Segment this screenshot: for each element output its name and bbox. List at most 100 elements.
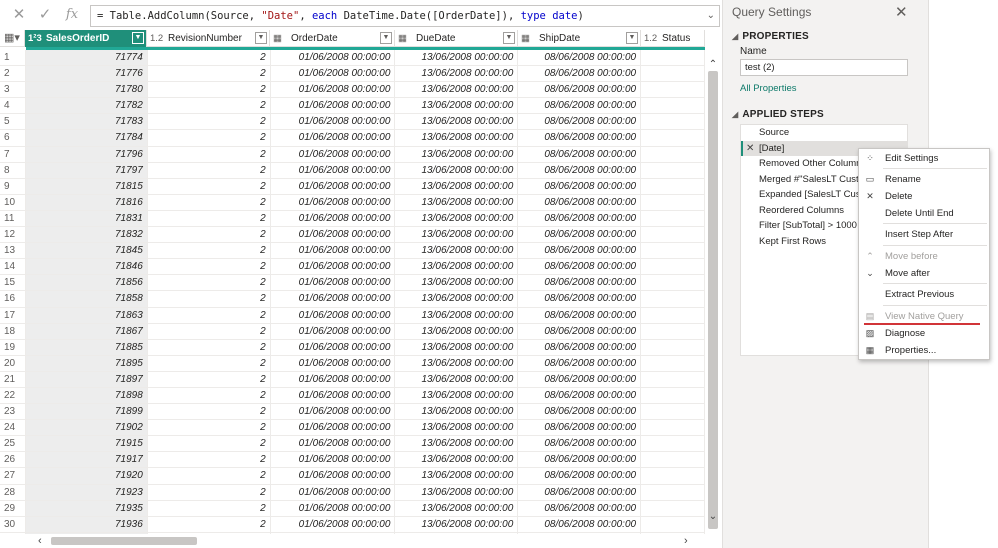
column-header-salesorderid[interactable]: 1²3 SalesOrderID ▼ [25,30,147,47]
table-cell[interactable]: 71863 [25,307,148,323]
table-cell[interactable]: 2 [148,146,271,162]
table-cell[interactable] [641,500,705,516]
table-cell[interactable] [641,339,705,355]
close-icon[interactable]: ✕ [895,3,908,21]
menu-item-delete[interactable]: ✕ Delete [859,188,989,205]
table-cell[interactable]: 2 [148,420,271,436]
table-cell[interactable]: 01/06/2008 00:00:00 [271,468,396,484]
chevron-down-icon[interactable]: ⌄ [707,6,715,26]
menu-item-delete-until-end[interactable]: Delete Until End [859,205,989,222]
table-cell[interactable]: 71815 [25,178,148,194]
table-cell[interactable]: 2 [148,371,271,387]
table-cell[interactable]: 13/06/2008 00:00:00 [395,387,519,404]
table-cell[interactable]: 08/06/2008 00:00:00 [518,98,642,114]
table-cell[interactable]: 71784 [25,130,148,146]
table-cell[interactable]: 01/06/2008 00:00:00 [271,178,396,194]
table-cell[interactable]: 13/06/2008 00:00:00 [395,436,519,452]
table-cell[interactable]: 08/06/2008 00:00:00 [518,194,642,210]
table-cell[interactable]: 08/06/2008 00:00:00 [518,323,642,339]
query-name-input[interactable]: test (2) [740,59,908,76]
table-cell[interactable]: 01/06/2008 00:00:00 [271,210,396,227]
menu-item-properties[interactable]: ▦ Properties... [859,342,989,359]
filter-dropdown-icon[interactable]: ▼ [503,32,515,44]
table-cell[interactable]: 71917 [25,452,148,468]
menu-item-move-after[interactable]: ⌄ Move after [859,265,989,282]
type-icon[interactable]: 1.2 [644,30,662,47]
table-cell[interactable]: 08/06/2008 00:00:00 [518,227,642,243]
table-cell[interactable]: 08/06/2008 00:00:00 [518,210,642,227]
table-cell[interactable] [641,82,705,98]
table-cell[interactable]: 01/06/2008 00:00:00 [271,50,396,66]
table-cell[interactable]: 08/06/2008 00:00:00 [518,404,642,420]
table-cell[interactable]: 71782 [25,98,148,114]
type-icon[interactable]: ▦ [273,30,291,47]
table-cell[interactable]: 13/06/2008 00:00:00 [395,484,519,500]
table-cell[interactable] [641,50,705,66]
table-cell[interactable]: 08/06/2008 00:00:00 [518,50,642,66]
table-cell[interactable]: 71776 [25,66,148,82]
delete-step-icon[interactable]: ✕ [746,141,754,157]
table-cell[interactable]: 2 [148,210,271,227]
formula-input[interactable]: = Table.AddColumn(Source, "Date", each D… [90,5,720,27]
table-cell[interactable]: 08/06/2008 00:00:00 [518,66,642,82]
table-cell[interactable]: 01/06/2008 00:00:00 [271,404,396,420]
table-cell[interactable]: 01/06/2008 00:00:00 [271,243,396,259]
table-cell[interactable]: 71920 [25,468,148,484]
table-cell[interactable]: 08/06/2008 00:00:00 [518,371,642,387]
table-cell[interactable] [641,162,705,178]
table-cell[interactable]: 01/06/2008 00:00:00 [271,98,396,114]
scroll-up-icon[interactable]: ⌃ [708,59,718,70]
table-cell[interactable]: 2 [148,516,271,532]
table-cell[interactable] [641,66,705,82]
table-cell[interactable]: 08/06/2008 00:00:00 [518,355,642,371]
table-cell[interactable]: 71902 [25,420,148,436]
table-cell[interactable] [641,130,705,146]
table-cell[interactable]: 2 [148,259,271,275]
table-cell[interactable]: 71856 [25,275,148,291]
table-cell[interactable]: 01/06/2008 00:00:00 [271,484,396,500]
vertical-scrollbar[interactable]: ⌃ ⌄ [705,47,721,534]
table-cell[interactable]: 2 [148,50,271,66]
table-cell[interactable] [641,194,705,210]
table-cell[interactable]: 13/06/2008 00:00:00 [395,516,519,532]
table-cell[interactable]: 08/06/2008 00:00:00 [518,130,642,146]
table-cell[interactable]: 13/06/2008 00:00:00 [395,146,519,162]
table-cell[interactable]: 71858 [25,291,148,307]
column-header-shipdate[interactable]: ▦ ShipDate ▼ [518,30,641,47]
table-cell[interactable]: 13/06/2008 00:00:00 [395,404,519,420]
scroll-left-icon[interactable]: ‹ [38,534,42,548]
menu-item-insert-step-after[interactable]: Insert Step After [859,226,989,243]
table-cell[interactable]: 2 [148,114,271,130]
table-cell[interactable]: 13/06/2008 00:00:00 [395,66,519,82]
table-cell[interactable]: 71923 [25,484,148,500]
close-icon[interactable]: ✕ [10,6,28,24]
filter-dropdown-icon[interactable]: ▼ [132,32,144,44]
table-menu-button[interactable]: ▦▾ [0,30,25,47]
table-cell[interactable]: 2 [148,194,271,210]
table-cell[interactable]: 71796 [25,146,148,162]
table-cell[interactable]: 71783 [25,114,148,130]
table-cell[interactable]: 01/06/2008 00:00:00 [271,130,396,146]
table-cell[interactable]: 71846 [25,259,148,275]
table-cell[interactable]: 08/06/2008 00:00:00 [518,516,642,532]
table-cell[interactable]: 71915 [25,436,148,452]
table-cell[interactable] [641,404,705,420]
table-cell[interactable]: 13/06/2008 00:00:00 [395,50,519,66]
table-cell[interactable]: 01/06/2008 00:00:00 [271,194,396,210]
table-cell[interactable]: 01/06/2008 00:00:00 [271,162,396,178]
table-cell[interactable]: 2 [148,468,271,484]
table-cell[interactable]: 01/06/2008 00:00:00 [271,371,396,387]
table-cell[interactable] [641,291,705,307]
menu-item-diagnose[interactable]: ▨ Diagnose [859,325,989,342]
menu-item-extract-previous[interactable]: Extract Previous [859,286,989,303]
table-cell[interactable]: 2 [148,436,271,452]
table-cell[interactable]: 71885 [25,339,148,355]
all-properties-link[interactable]: All Properties [740,83,797,94]
table-cell[interactable]: 71832 [25,227,148,243]
table-cell[interactable]: 08/06/2008 00:00:00 [518,82,642,98]
table-cell[interactable]: 13/06/2008 00:00:00 [395,452,519,468]
scroll-down-icon[interactable]: ⌄ [708,511,718,522]
scroll-thumb[interactable] [708,71,718,529]
table-cell[interactable]: 08/06/2008 00:00:00 [518,146,642,162]
table-cell[interactable]: 01/06/2008 00:00:00 [271,436,396,452]
